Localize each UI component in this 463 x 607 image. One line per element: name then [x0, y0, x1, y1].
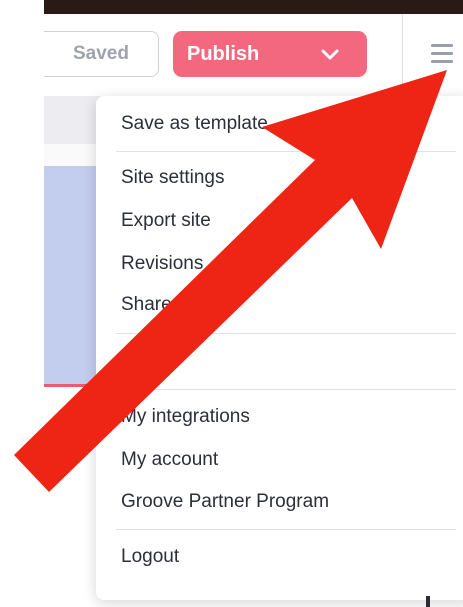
annotation-arrow [14, 70, 447, 492]
